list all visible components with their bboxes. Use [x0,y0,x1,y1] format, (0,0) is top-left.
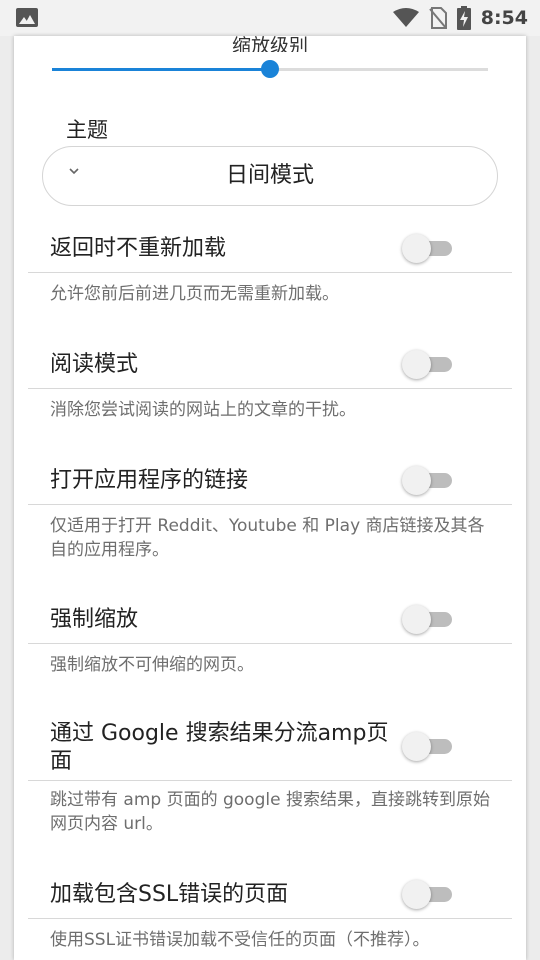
status-bar: 8:54 [0,0,540,36]
zoom-level-slider[interactable] [52,60,488,78]
setting-title: 阅读模式 [50,352,139,377]
toggle-thumb [402,466,431,495]
setting-title: 打开应用程序的链接 [50,468,249,493]
divider [28,272,512,273]
toggle-thumb [402,350,431,379]
image-icon [16,8,38,27]
setting-title: 加载包含SSL错误的页面 [50,882,289,907]
divider [28,388,512,389]
divider [28,780,512,781]
setting-description: 仅适用于打开 Reddit、Youtube 和 Play 商店链接及其各自的应用… [50,516,485,560]
setting-description: 消除您尝试阅读的网站上的文章的干扰。 [50,400,356,420]
divider [28,504,512,505]
setting-title: 返回时不重新加载 [50,236,227,261]
toggle-thumb [402,732,431,761]
setting-title: 通过 Google 搜索结果分流amp页面 [50,721,389,774]
theme-dropdown[interactable]: 日间模式 [42,146,498,206]
toggle-switch[interactable] [402,348,454,380]
toggle-thumb [402,880,431,909]
setting-load-ssl-error-pages: 加载包含SSL错误的页面 使用SSL证书错误加载不受信任的页面（不推荐）。 [14,878,526,960]
status-icons: 8:54 [392,0,528,36]
settings-card: 缩放级别 主题 日间模式 返回时不重新加载 允许您前后前进几页而无需重新加载。 … [14,36,526,960]
setting-open-app-links: 打开应用程序的链接 仅适用于打开 Reddit、Youtube 和 Play 商… [14,464,526,604]
battery-charging-icon [456,6,471,30]
setting-description: 跳过带有 amp 页面的 google 搜索结果，直接跳转到原始网页内容 url… [50,790,490,834]
slider-fill [52,68,270,71]
setting-description: 允许您前后前进几页而无需重新加载。 [50,284,339,304]
setting-description: 使用SSL证书错误加载不受信任的页面（不推荐）。 [50,930,430,950]
setting-no-reload-on-back: 返回时不重新加载 允许您前后前进几页而无需重新加载。 [14,232,526,348]
toggle-switch[interactable] [402,730,454,762]
theme-selected-value: 日间模式 [225,163,314,188]
divider [28,918,512,919]
slider-thumb[interactable] [261,60,279,78]
zoom-level-label: 缩放级别 [231,36,308,52]
toggle-switch[interactable] [402,232,454,264]
wifi-icon [392,8,419,27]
divider [28,643,512,644]
setting-force-zoom: 强制缩放 强制缩放不可伸缩的网页。 [14,603,526,719]
toggle-thumb [402,234,431,263]
setting-reader-mode: 阅读模式 消除您尝试阅读的网站上的文章的干扰。 [14,348,526,464]
no-sim-icon [428,7,447,29]
clock: 8:54 [480,7,528,29]
setting-bypass-amp: 通过 Google 搜索结果分流amp页面 跳过带有 amp 页面的 googl… [14,718,526,878]
toggle-switch[interactable] [402,603,454,635]
theme-label: 主题 [66,118,108,142]
setting-title: 强制缩放 [50,607,139,632]
toggle-switch[interactable] [402,464,454,496]
setting-description: 强制缩放不可伸缩的网页。 [50,655,254,675]
toggle-thumb [402,605,431,634]
toggle-switch[interactable] [402,878,454,910]
